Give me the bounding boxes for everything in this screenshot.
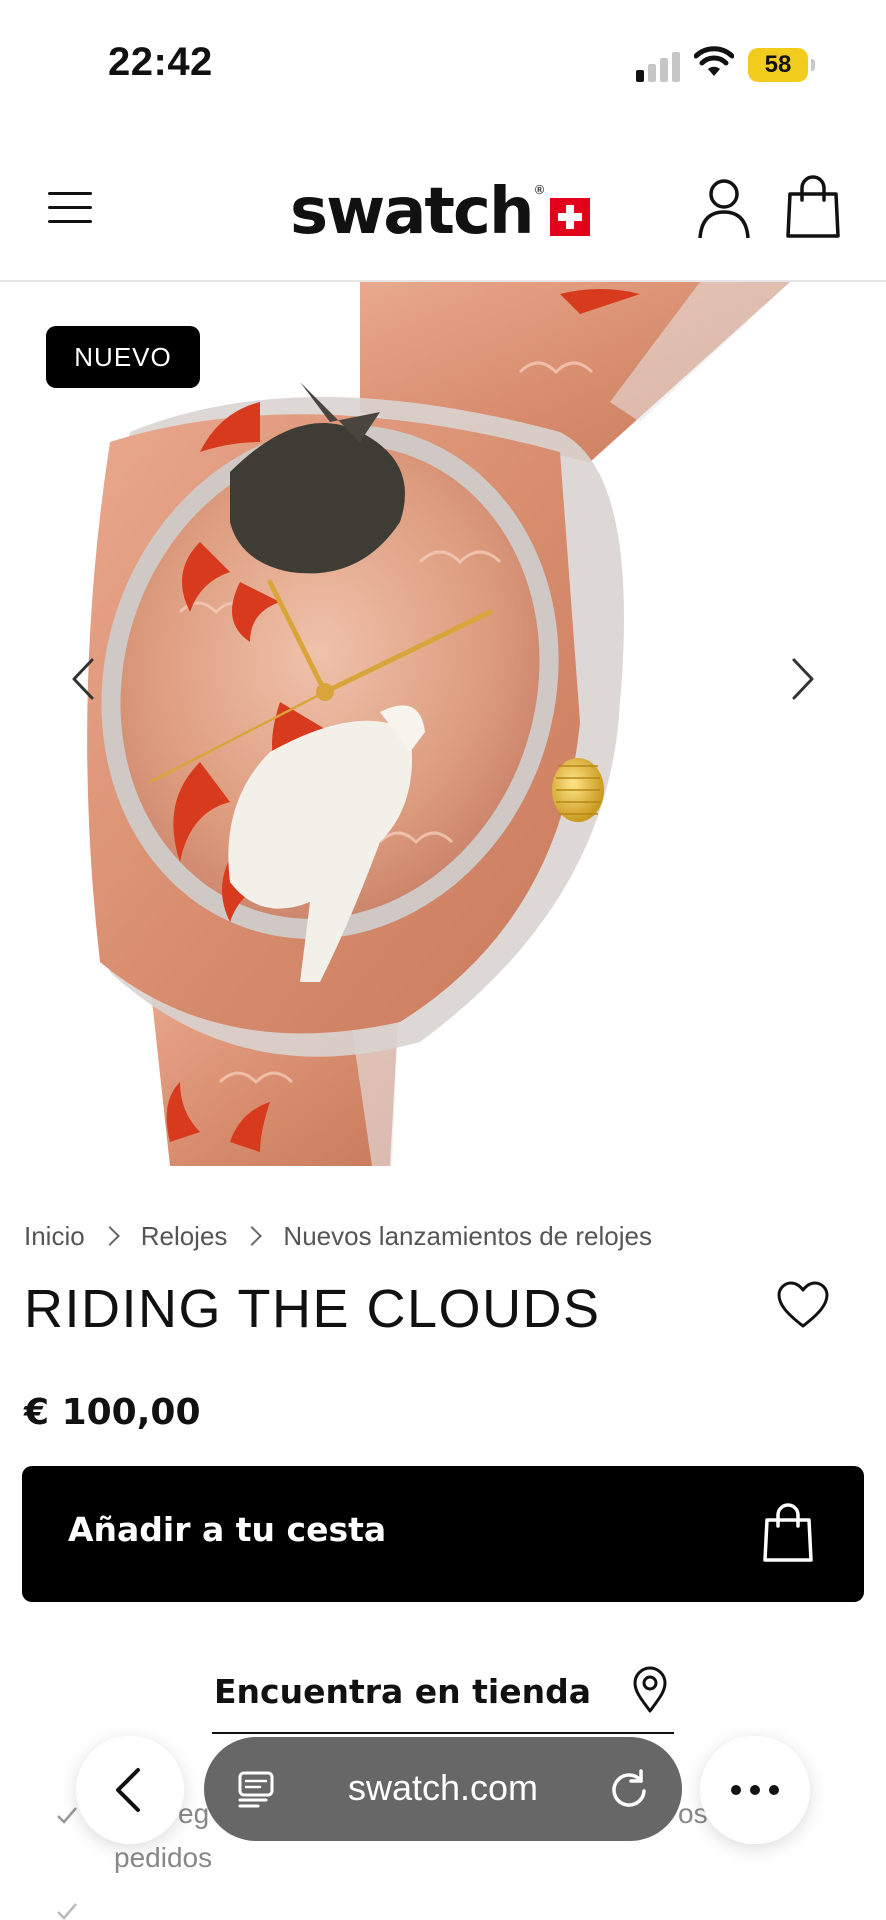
reload-icon[interactable] — [608, 1767, 650, 1809]
status-bar: 22:42 58 — [0, 0, 886, 130]
swiss-cross-icon — [549, 198, 590, 236]
logo-wordmark: swatch — [290, 175, 534, 249]
heart-icon[interactable] — [776, 1280, 830, 1330]
swatch-logo[interactable]: swatch ® — [290, 170, 600, 254]
check-icon — [57, 1807, 77, 1824]
location-pin-icon — [633, 1666, 667, 1713]
add-to-cart-button[interactable]: Añadir a tu cesta — [22, 1466, 864, 1602]
benefit-text: pedidos — [114, 1842, 213, 1873]
more-icon — [731, 1785, 779, 1795]
breadcrumb-watches[interactable]: Relojes — [141, 1221, 228, 1252]
browser-more-button[interactable] — [700, 1736, 810, 1844]
chevron-left-icon[interactable] — [66, 654, 98, 704]
shopping-bag-icon — [763, 1503, 813, 1562]
breadcrumb-home[interactable]: Inicio — [24, 1221, 85, 1252]
registered-mark: ® — [533, 183, 546, 197]
wifi-icon — [694, 46, 734, 76]
product-title: RIDING THE CLOUDS — [24, 1279, 601, 1339]
breadcrumb-separator-icon — [99, 1226, 120, 1246]
breadcrumb-new-releases[interactable]: Nuevos lanzamientos de relojes — [283, 1221, 652, 1252]
shopping-bag-icon[interactable] — [784, 174, 842, 240]
check-icon — [57, 1903, 77, 1920]
chevron-left-icon — [116, 1768, 140, 1812]
battery-cap — [811, 59, 815, 71]
browser-url-bar[interactable]: swatch.com — [204, 1737, 682, 1841]
product-page: 22:42 58 swatch ® NUEVO Inicio Relojes N… — [0, 0, 886, 1920]
breadcrumb-separator-icon — [242, 1226, 263, 1246]
hamburger-menu-icon[interactable] — [46, 186, 98, 230]
site-header: swatch ® — [0, 150, 886, 282]
find-in-store-label: Encuentra en tienda — [214, 1672, 591, 1711]
new-badge: NUEVO — [46, 326, 200, 388]
product-image-watch — [87, 282, 790, 1166]
chevron-right-icon[interactable] — [788, 654, 820, 704]
find-in-store-link[interactable]: Encuentra en tienda — [212, 1664, 674, 1734]
breadcrumb: Inicio Relojes Nuevos lanzamientos de re… — [24, 1216, 652, 1256]
add-to-cart-label: Añadir a tu cesta — [68, 1510, 387, 1549]
product-gallery[interactable]: NUEVO — [0, 282, 886, 1166]
battery-indicator: 58 — [748, 48, 808, 82]
cellular-signal-icon — [636, 50, 682, 82]
product-price: € 100,00 — [24, 1392, 201, 1433]
status-time: 22:42 — [108, 40, 213, 84]
browser-back-button[interactable] — [76, 1736, 184, 1844]
user-icon[interactable] — [696, 176, 752, 240]
